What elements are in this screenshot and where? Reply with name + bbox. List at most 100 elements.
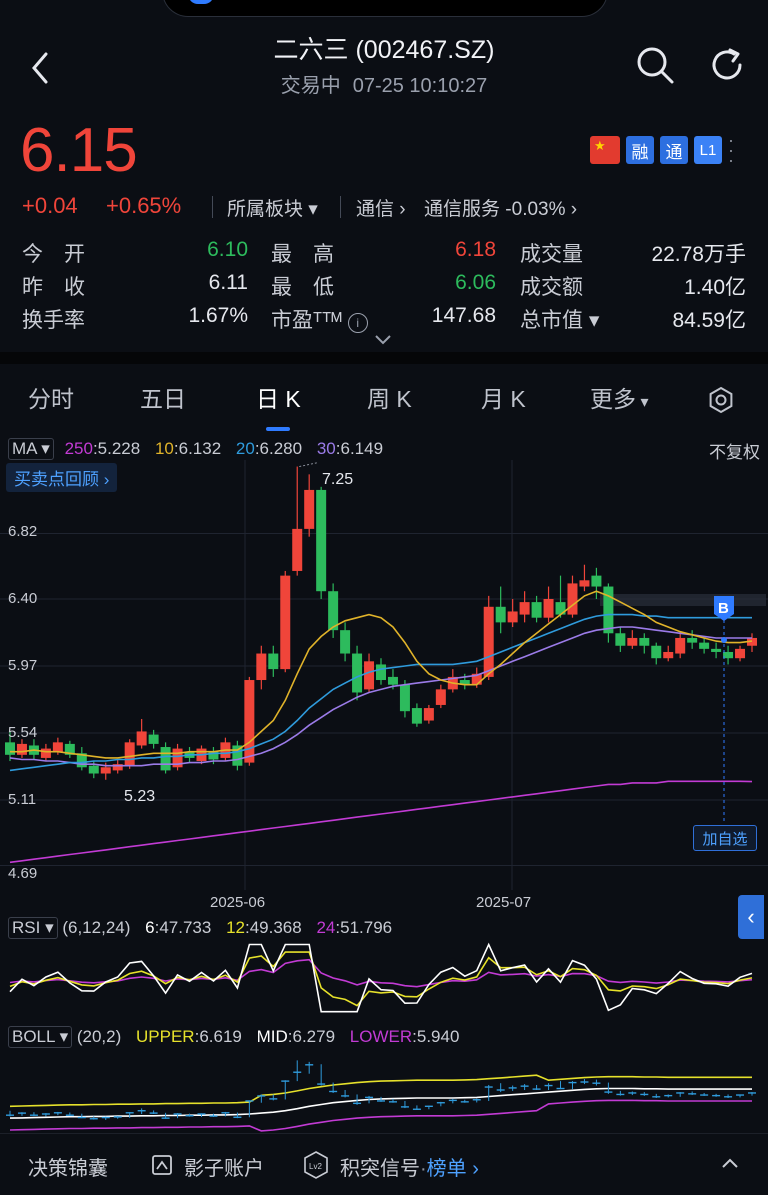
svg-text:Lv2: Lv2 (309, 1162, 322, 1171)
candle-body (16, 743, 27, 755)
decision-kit-button[interactable]: 决策锦囊 (28, 1152, 108, 1181)
datetime-text: 07-25 10:10:27 (352, 75, 488, 97)
candle-body (483, 606, 494, 677)
margin-badge[interactable]: 融 (626, 136, 654, 164)
candle-body (579, 580, 590, 587)
ma10-value: 6.132 (178, 439, 222, 458)
rsi-selector[interactable]: RSI ▾ (8, 917, 58, 939)
candle-body (124, 742, 135, 766)
boll-mid-legend: MID:6.279 (256, 1027, 336, 1046)
status-text: 交易中 (280, 75, 341, 97)
period-tabs: 分时 五日 日 K 周 K 月 K 更多 ▾ (0, 380, 768, 424)
max-pointer (299, 462, 319, 468)
tab-more[interactable]: 更多 ▾ (590, 380, 648, 414)
candlestick-chart[interactable]: B (0, 460, 768, 890)
caret-down-icon: ▾ (308, 199, 318, 220)
pe-label[interactable]: 市盈ᵀᵀᴹ i (271, 304, 368, 334)
price-change-pct: +0.65% (106, 193, 182, 218)
sector-label: 所属板块 (227, 199, 304, 220)
rsi-label: RSI (12, 918, 41, 937)
expand-chevron-icon[interactable] (374, 334, 392, 346)
ma20-key: 20 (235, 439, 255, 458)
volume-label: 成交量 (520, 243, 583, 266)
more-vertical-icon[interactable]: · · · (728, 131, 736, 169)
ma250-value: 5.228 (97, 439, 141, 458)
candle-body (603, 586, 614, 634)
rsi12-value: 49.368 (249, 918, 302, 937)
tab-weekly-k[interactable]: 周 K (367, 380, 412, 414)
sector-link-telecom-service[interactable]: 通信服务 -0.03% › (424, 194, 577, 221)
candle-body (507, 611, 518, 623)
ranking-link[interactable]: 榜单 (427, 1158, 467, 1180)
tab-monthly-k[interactable]: 月 K (481, 380, 526, 414)
ma30-value: 6.149 (340, 439, 384, 458)
signal-button[interactable]: 积突信号·榜单 › (340, 1152, 479, 1181)
volume-value: 22.78万手 (651, 243, 746, 266)
sector-link-telecom[interactable]: 通信 › (356, 194, 406, 221)
tab-daily-k[interactable]: 日 K (256, 380, 301, 414)
tab-intraday[interactable]: 分时 (28, 380, 74, 414)
china-flag-icon (590, 136, 620, 164)
rsi12-line (9, 951, 753, 1007)
low-value: 6.06 (455, 271, 496, 294)
ma-legend: MA ▾ 250:5.228 10:6.132 20:6.280 30:6.14… (8, 438, 383, 460)
rsi24-key: 24 (316, 918, 336, 937)
boll-mid-line (9, 1087, 752, 1119)
candle-body (411, 708, 422, 724)
connect-badge[interactable]: 通 (660, 136, 688, 164)
rsi24-value: 51.796 (340, 918, 393, 937)
current-price: 6.15 (20, 116, 138, 185)
candle-body (543, 599, 554, 618)
search-icon[interactable] (634, 44, 676, 86)
tab-five-day[interactable]: 五日 (140, 380, 186, 414)
buy-marker-label: B (718, 600, 729, 617)
rsi6-key: 6 (145, 918, 155, 937)
y-tick: 4.69 (8, 865, 38, 882)
shadow-account-button[interactable]: 影子账户 (184, 1152, 264, 1181)
settings-icon[interactable] (707, 386, 735, 414)
info-icon[interactable]: i (347, 313, 368, 333)
tab-more-label: 更多 (590, 386, 636, 412)
candle-body (256, 653, 267, 681)
candle-body (280, 575, 291, 670)
candle-body (435, 689, 446, 705)
sector1-label: 通信 (356, 199, 395, 220)
ma-label: MA (12, 439, 37, 458)
ma20-value: 6.280 (259, 439, 303, 458)
candle-body (376, 664, 386, 681)
boll-selector[interactable]: BOLL ▾ (8, 1026, 73, 1048)
level2-icon: Lv2 (304, 1151, 328, 1179)
candle-body (699, 642, 710, 649)
candle-body (88, 765, 99, 774)
boll-upper-key: UPPER (136, 1027, 195, 1046)
shadow-account-icon (152, 1155, 172, 1175)
candle-body (687, 637, 698, 643)
mktcap-dropdown[interactable]: 总市值 ▾ (520, 304, 599, 334)
y-tick: 5.54 (8, 724, 38, 741)
boll-label: BOLL (12, 1027, 55, 1046)
candle-body (268, 653, 279, 670)
sector-dropdown[interactable]: 所属板块 ▾ (227, 194, 318, 221)
chevron-left-icon[interactable]: ‹ (738, 895, 764, 939)
rsi6-legend: 6:47.733 (145, 918, 212, 937)
candle-body (567, 583, 578, 615)
ma250-key: 250 (64, 439, 93, 458)
candle-body (136, 731, 147, 746)
rsi12-legend: 12:49.368 (226, 918, 302, 937)
level1-badge[interactable]: L1 (694, 136, 722, 164)
collapse-chevron-up-icon[interactable] (720, 1156, 740, 1170)
bottom-toolbar: 决策锦囊 影子账户 Lv2 积突信号·榜单 › (0, 1133, 768, 1195)
open-value: 6.10 (207, 238, 248, 261)
caret-down-icon: ▾ (636, 394, 649, 411)
chevron-right-icon: › (466, 1158, 479, 1180)
add-to-watchlist-button[interactable]: 加自选 (693, 825, 757, 851)
candle-body (591, 575, 602, 587)
device-notch (162, 0, 608, 17)
amount-label: 成交额 (520, 276, 583, 299)
divider (212, 196, 213, 218)
ma-selector[interactable]: MA ▾ (8, 438, 54, 460)
rsi6-value: 47.733 (159, 918, 212, 937)
refresh-icon[interactable] (706, 44, 748, 86)
candle-body (711, 648, 722, 652)
low-label: 最 低 (271, 276, 334, 299)
